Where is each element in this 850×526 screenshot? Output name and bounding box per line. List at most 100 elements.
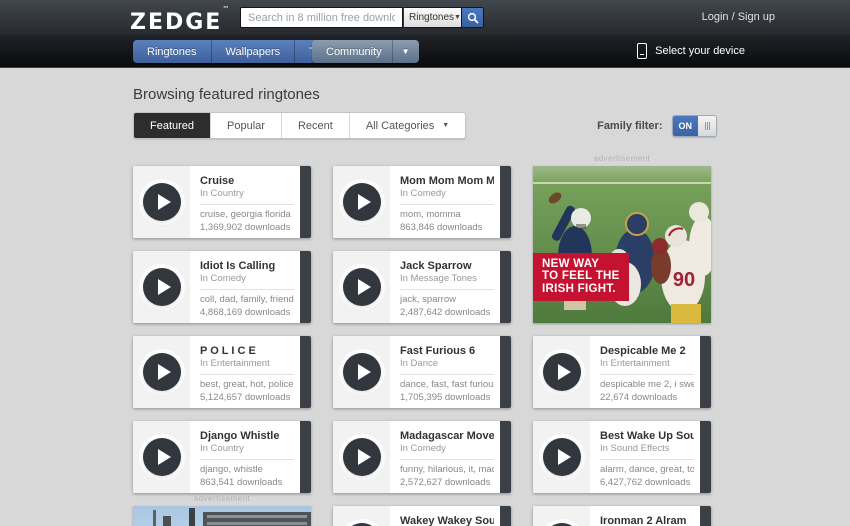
ringtone-category: In Comedy (400, 443, 446, 454)
card-edge-strip (500, 336, 511, 408)
tab-popular[interactable]: Popular (211, 113, 282, 138)
play-button-icon[interactable] (342, 438, 381, 476)
ringtone-tags: funny, hilarious, it, madagasc... (400, 464, 494, 475)
search-button[interactable] (462, 7, 484, 28)
ringtone-tags: alarm, dance, great, tone (600, 464, 694, 475)
play-zone (333, 251, 390, 323)
divider (600, 374, 694, 375)
family-filter-label: Family filter: (597, 120, 663, 132)
nav-ringtones-button[interactable]: Ringtones (133, 40, 212, 63)
all-categories-dropdown[interactable]: All Categories ▼ (350, 113, 465, 138)
ringtone-card[interactable]: Ironman 2 Alram (533, 506, 711, 526)
divider (200, 289, 294, 290)
ringtone-tags: dance, fast, fast furious, fast6... (400, 379, 494, 390)
family-filter-toggle[interactable]: ON (671, 115, 717, 137)
divider (400, 374, 494, 375)
play-zone (533, 336, 590, 408)
ringtone-info: Fast Furious 6 In Dance dance, fast, fast … (390, 336, 500, 408)
select-device-button[interactable]: Select your device (637, 43, 745, 59)
ringtone-card[interactable]: P O L I C E In Entertainment best, great, … (133, 336, 311, 408)
ad-tagline: NEW WAY TO FEEL THE IRISH FIGHT. (533, 252, 629, 301)
ringtone-category: In Entertainment (200, 358, 270, 369)
play-button-icon[interactable] (342, 183, 381, 221)
ringtone-tags: cruise, georgia florida line (200, 209, 294, 220)
play-zone (133, 336, 190, 408)
search-category-dropdown[interactable]: Ringtones ▼ (404, 7, 462, 28)
play-button-icon[interactable] (142, 353, 181, 391)
divider (400, 459, 494, 460)
ringtone-card[interactable]: Cruise In Country cruise, georgia florida … (133, 166, 311, 238)
ringtone-downloads: 6,427,762 downloads (600, 477, 691, 488)
search-input[interactable] (240, 7, 403, 28)
divider (200, 459, 294, 460)
search-icon (467, 12, 479, 24)
login-signup-link[interactable]: Login / Sign up (702, 11, 775, 23)
tab-recent[interactable]: Recent (282, 113, 350, 138)
ringtone-tags: despicable me 2, i swear, mi... (600, 379, 694, 390)
ringtone-card[interactable]: Fast Furious 6 In Dance dance, fast, fast … (333, 336, 511, 408)
zedge-logo[interactable]: ZEDGE™ (130, 5, 229, 35)
ringtone-category: In Country (200, 188, 244, 199)
filter-tabs: Featured Popular Recent All Categories ▼ (133, 112, 467, 139)
page-title: Browsing featured ringtones (133, 86, 320, 103)
ringtone-downloads: 863,541 downloads (200, 477, 283, 488)
ringtone-card[interactable]: Idiot Is Calling In Comedy coll, dad, fami… (133, 251, 311, 323)
ringtone-category: In Comedy (400, 188, 446, 199)
chevron-down-icon: ▼ (442, 122, 450, 129)
ringtone-grid: advertisement 11 (133, 154, 711, 526)
ringtone-card[interactable]: Madagascar Move ItIn Comedy funny, hilari… (333, 421, 511, 493)
play-zone (533, 421, 590, 493)
play-button-icon[interactable] (142, 268, 181, 306)
ringtone-downloads: 2,487,642 downloads (400, 307, 491, 318)
ringtone-tags: best, great, hot, police (200, 379, 294, 390)
ringtone-title: Cruise (200, 175, 235, 187)
ringtone-category: In Dance (400, 358, 439, 369)
tab-featured[interactable]: Featured (134, 113, 212, 138)
ringtone-tags: mom, momma (400, 209, 461, 220)
card-edge-strip (300, 166, 311, 238)
play-button-icon[interactable] (142, 438, 181, 476)
ringtone-title: Django Whistle (200, 430, 280, 442)
divider (600, 459, 694, 460)
play-button-icon[interactable] (142, 183, 181, 221)
card-edge-strip (700, 421, 711, 493)
ringtone-title: P O L I C E (200, 345, 256, 357)
nav-wallpapers-button[interactable]: Wallpapers (211, 40, 296, 63)
play-button-icon[interactable] (342, 353, 381, 391)
ringtone-tags: jack, sparrow (400, 294, 456, 305)
ringtone-downloads: 2,572,627 downloads (400, 477, 491, 488)
main-nav: Ringtones Wallpapers Themes Community ▼ … (0, 35, 850, 68)
play-button-icon[interactable] (542, 438, 581, 476)
ringtone-downloads: 863,846 downloads (400, 222, 483, 233)
play-zone (533, 506, 590, 526)
play-zone (133, 166, 190, 238)
nav-community-dropdown[interactable]: Community ▼ (312, 40, 419, 63)
ringtone-card[interactable]: Jack Sparrow In Message Tones jack, sparro… (333, 251, 511, 323)
divider (400, 289, 494, 290)
chevron-down-icon: ▼ (454, 14, 461, 21)
ringtone-info: Madagascar Move ItIn Comedy funny, hilari… (390, 421, 500, 493)
ringtone-title: Wakey Wakey Sound (400, 515, 494, 526)
play-button-icon[interactable] (342, 268, 381, 306)
ad-football[interactable]: advertisement 11 (533, 154, 711, 323)
card-edge-strip (700, 336, 711, 408)
play-zone (133, 421, 190, 493)
play-zone (133, 251, 190, 323)
ad-cruise[interactable]: advertisement (133, 494, 311, 526)
ringtone-card[interactable]: Mom Mom Mom MomIn Comedy mom, momma 863,84… (333, 166, 511, 238)
divider (200, 374, 294, 375)
ringtone-card[interactable]: Despicable Me 2 In Entertainment despicabl… (533, 336, 711, 408)
ringtone-info: Wakey Wakey Sound (390, 506, 500, 526)
ringtone-info: Jack Sparrow In Message Tones jack, sparro… (390, 251, 500, 323)
ringtone-category: In Message Tones (400, 273, 477, 284)
ringtone-category: In Sound Effects (600, 443, 670, 454)
ringtone-info: Mom Mom Mom MomIn Comedy mom, momma 863,84… (390, 166, 500, 238)
ringtone-info: Idiot Is Calling In Comedy coll, dad, fami… (190, 251, 300, 323)
ringtone-info: Despicable Me 2 In Entertainment despicabl… (590, 336, 700, 408)
ringtone-card[interactable]: Best Wake Up SoundIn Sound Effects alarm,… (533, 421, 711, 493)
cruise-ad-image (133, 506, 311, 526)
all-categories-label: All Categories (365, 119, 435, 132)
play-button-icon[interactable] (542, 353, 581, 391)
ringtone-card[interactable]: Django Whistle In Country django, whistle 8… (133, 421, 311, 493)
ringtone-card[interactable]: Wakey Wakey Sound (333, 506, 511, 526)
